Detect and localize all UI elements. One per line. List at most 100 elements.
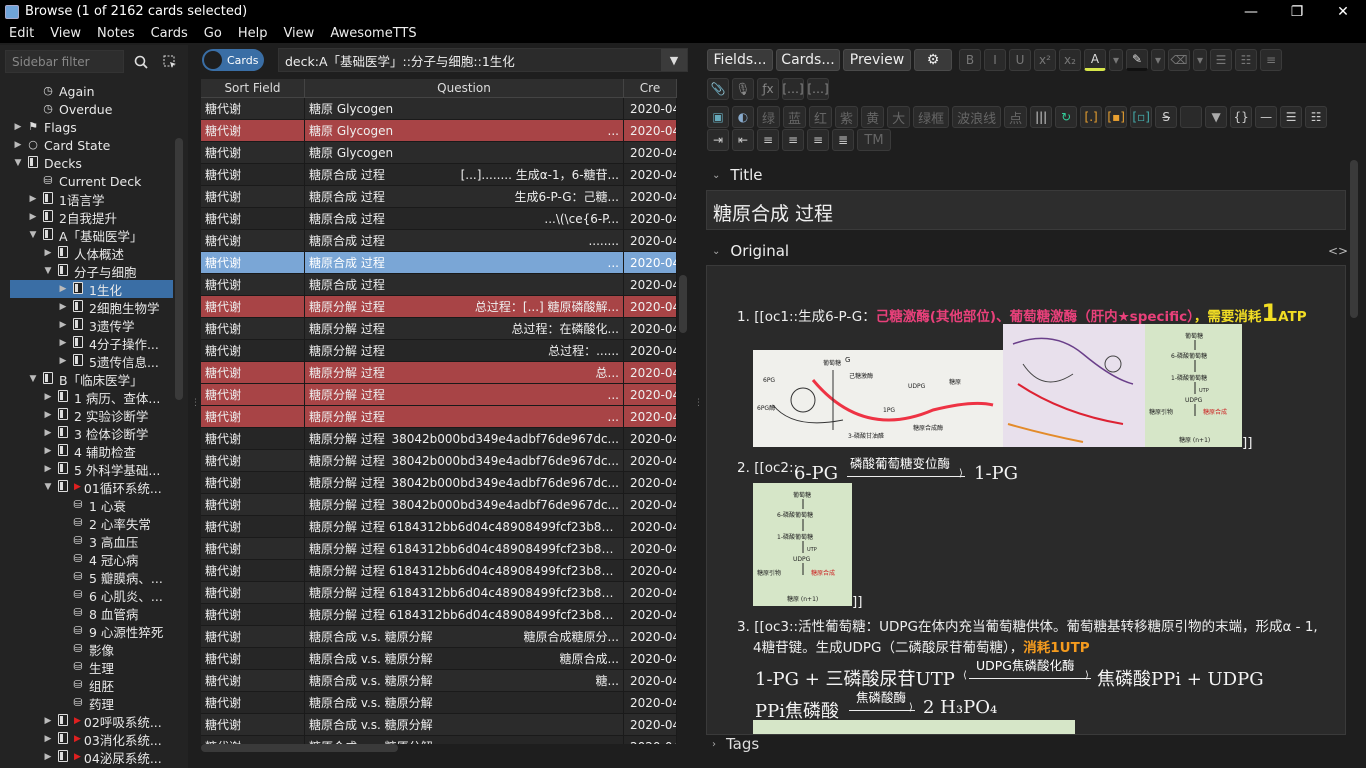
preview-button[interactable]: Preview [843,49,911,71]
expand-arrow-icon[interactable]: ▶ [57,320,69,330]
table-row[interactable]: 糖代谢 糖原 Glycogen 2020-04 [201,98,677,120]
table-row[interactable]: 糖代谢 糖原合成 v.s. 糖原分解 糖... 2020-04 [201,670,677,692]
text-color-dropdown-icon[interactable]: ▾ [1109,49,1123,71]
table-row[interactable]: 糖代谢糖原合成 v.s. 糖原分解2020-04 [201,736,677,744]
dropdown-icon[interactable]: ▼ [1205,106,1228,128]
style-big-button[interactable]: 大 [887,106,911,128]
expand-arrow-icon[interactable]: ▶ [12,140,24,150]
sidebar-item[interactable]: ⛁ 3 高血压 [0,532,175,550]
chevron-down-icon[interactable]: ▼ [661,49,687,71]
sidebar-item[interactable]: ⛁ 2 心率失常 [0,514,175,532]
sidebar-item[interactable]: ▶ 3遗传学 [0,316,175,334]
image-icon[interactable]: ▣ [707,106,729,128]
style-blue-button[interactable]: 蓝 [783,106,807,128]
editor-splitter[interactable]: ⋮ [694,398,703,408]
menu-go[interactable]: Go [195,26,229,41]
sidebar-item[interactable]: ▶ 1生化 [10,280,173,298]
table-row[interactable]: 糖代谢 糖原分解 过程 6184312bb6d04c48908499fcf23b87… [201,604,677,626]
sidebar-item[interactable]: ▶ 1 病历、查体... [0,388,175,406]
refresh-icon[interactable]: ↻ [1055,106,1078,128]
style-yellow-button[interactable]: 黄 [861,106,885,128]
chevron-down-icon[interactable]: ⌄ [712,170,720,181]
sidebar-item[interactable]: ▶ 2自我提升 [0,208,175,226]
sidebar-item[interactable]: ▶ 2 实验诊断学 [0,406,175,424]
sidebar-item[interactable]: ⛁ 4 冠心病 [0,550,175,568]
tags-header[interactable]: › Tags [712,735,759,753]
menu-view-2[interactable]: View [274,26,321,41]
table-row[interactable]: 糖代谢 糖原分解 过程 总过程：在磷酸化... 2020-04 [201,318,677,340]
cards-notes-toggle[interactable]: Cards [202,49,264,71]
sidebar-item[interactable]: ⛁ 药理 [0,694,175,712]
gear-icon[interactable]: ⚙ [914,49,952,71]
table-row[interactable]: 糖代谢 糖原分解 过程 6184312bb6d04c48908499fcf23b87… [201,582,677,604]
numbered-list-icon[interactable]: ☷ [1235,49,1257,71]
expand-arrow-icon[interactable]: ▶ [42,428,54,438]
fields-button[interactable]: Fields... [707,49,773,71]
trademark-button[interactable]: TM [857,129,891,151]
style-dot-button[interactable]: 点 [1004,106,1028,128]
maximize-button[interactable]: ❐ [1274,0,1320,23]
expand-arrow-icon[interactable]: ▶ [57,284,69,294]
expand-arrow-icon[interactable]: ▶ [42,446,54,456]
sidebar-item[interactable]: ▶ ▶ 04泌尿系统... [0,748,175,766]
expand-arrow-icon[interactable]: ▶ [57,302,69,312]
column-question[interactable]: Question [305,79,624,97]
sidebar-item[interactable]: ▼ 分子与细胞 [0,262,175,280]
cards-button[interactable]: Cards... [776,49,840,71]
collapse-arrow-icon[interactable]: ▼ [12,158,24,168]
expand-arrow-icon[interactable]: ▶ [42,734,54,744]
expand-arrow-icon[interactable]: ▶ [42,752,54,762]
menu-help[interactable]: Help [229,26,275,41]
sidebar-item[interactable]: ▶ 5 外科学基础... [0,460,175,478]
expand-arrow-icon[interactable]: ▶ [42,716,54,726]
sidebar-item[interactable]: ▼ ▶ 01循环系统... [0,478,175,496]
style-red-button[interactable]: 红 [809,106,833,128]
table-row[interactable]: 糖代谢 糖原分解 过程... 2020-04 [201,384,677,406]
sidebar-item[interactable]: ▼ B「临床医学」 [0,370,175,388]
column-created[interactable]: Cre [624,79,677,97]
search-icon[interactable] [129,50,153,73]
align-icon[interactable]: ≡ [1260,49,1282,71]
table-row[interactable]: 糖代谢 糖原分解 过程 6184312bb6d04c48908499fcf23b87… [201,516,677,538]
expand-arrow-icon[interactable]: ▶ [57,356,69,366]
collapse-arrow-icon[interactable]: ▼ [42,266,54,276]
style-green-button[interactable]: 绿 [757,106,781,128]
table-row[interactable]: 糖代谢 糖原合成 过程... 2020-04 [201,252,677,274]
table-row[interactable]: 糖代谢 糖原分解 过程 总... 2020-04 [201,362,677,384]
sidebar-item[interactable]: ▶ 4分子操作... [0,334,175,352]
menu-view[interactable]: View [41,26,88,41]
expand-arrow-icon[interactable]: ▶ [27,194,39,204]
highlight-icon[interactable]: ✎ [1126,49,1148,71]
cloze-icon[interactable]: […] [782,78,804,100]
align-left-icon[interactable]: ≡ [782,129,804,151]
collapse-arrow-icon[interactable]: ▼ [42,482,54,492]
table-row[interactable]: 糖代谢 糖原合成 v.s. 糖原分解 糖原合成... 2020-04 [201,648,677,670]
sidebar-item[interactable]: ⛁ 影像 [0,640,175,658]
expand-arrow-icon[interactable]: ▶ [42,464,54,474]
selection-mode-icon[interactable] [158,50,182,73]
editor-scrollbar[interactable] [1350,160,1358,318]
search-input[interactable]: deck:A「基础医学」::分子与细胞::1生化 ▼ [278,48,688,72]
sidebar-item[interactable]: ⛁ 8 血管病 [0,604,175,622]
table-row[interactable]: 糖代谢 糖原分解 过程 6184312bb6d04c48908499fcf23b87… [201,560,677,582]
table-row[interactable]: 糖代谢 糖原分解 过程 6184312bb6d04c48908499fcf23b87… [201,538,677,560]
sidebar-item[interactable]: ▶ 5遗传信息... [0,352,175,370]
bold-button[interactable]: B [959,49,981,71]
eraser-dropdown-icon[interactable]: ▾ [1193,49,1207,71]
highlight-dropdown-icon[interactable]: ▾ [1151,49,1165,71]
table-row[interactable]: 糖代谢 糖原合成 过程........ 2020-04 [201,230,677,252]
sidebar-item[interactable]: ▶ ⚑ Flags [0,118,175,136]
style-purple-button[interactable]: 紫 [835,106,859,128]
menu-awesometts[interactable]: AwesomeTTS [321,26,423,41]
title-field-header[interactable]: ⌄ Title [712,165,763,185]
table-row[interactable]: 糖代谢 糖原分解 过程 总过程：...... 2020-04 [201,340,677,362]
expand-arrow-icon[interactable]: ▶ [27,212,39,222]
table-row[interactable]: 糖代谢糖原合成 v.s. 糖原分解2020-04 [201,714,677,736]
cloze-same-icon[interactable]: […] [807,78,829,100]
subscript-button[interactable]: x₂ [1059,49,1081,71]
table-row[interactable]: 糖代谢糖原合成 v.s. 糖原分解2020-04 [201,692,677,714]
sidebar-item[interactable]: ▶ 1语言学 [0,190,175,208]
original-field-header[interactable]: ⌄ Original [712,241,789,261]
sidebar-item[interactable]: ⛁ 9 心源性猝死 [0,622,175,640]
sidebar-item[interactable]: ▼ A「基础医学」 [0,226,175,244]
